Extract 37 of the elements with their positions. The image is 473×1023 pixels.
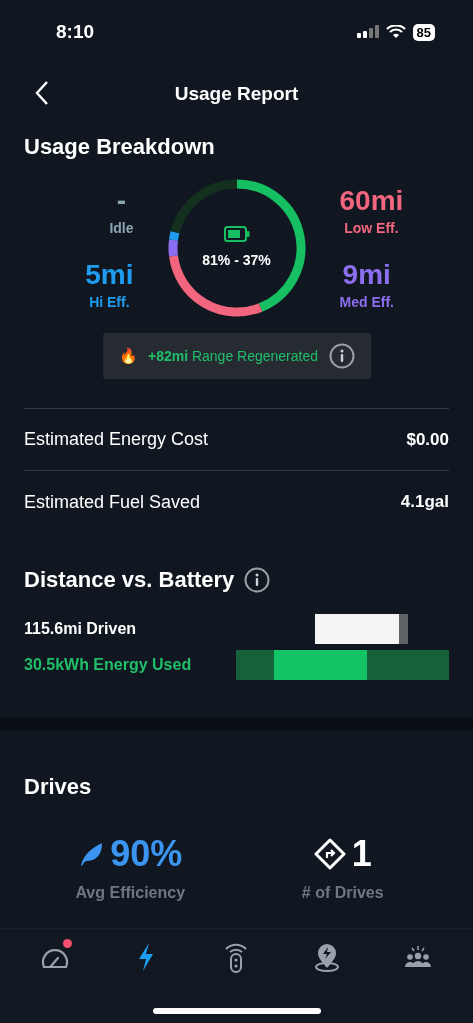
row-label: Estimated Fuel Saved	[24, 490, 201, 514]
row-value: $0.00	[406, 428, 449, 451]
info-icon[interactable]	[244, 566, 271, 593]
stat-value: 5mi	[85, 258, 134, 292]
signal-icon	[356, 25, 379, 39]
stat-value: -	[116, 184, 127, 218]
turn-sign-icon	[313, 838, 346, 870]
stat-label: Idle	[109, 219, 134, 238]
fire-icon: 🔥	[118, 344, 138, 368]
leaf-icon	[78, 841, 105, 867]
stat-value: 60mi	[339, 184, 404, 218]
stat-label: Low Eff.	[344, 219, 399, 238]
stat-value: 9mi	[342, 258, 391, 292]
section-title: Drives	[24, 773, 93, 801]
driven-label: 115.6mi Driven	[24, 619, 138, 639]
status-time: 8:10	[56, 19, 95, 44]
group-icon	[402, 943, 433, 970]
battery-range: 81% - 37%	[202, 250, 271, 270]
row-label: Estimated Energy Cost	[24, 428, 209, 451]
wifi-icon	[385, 25, 406, 39]
back-button[interactable]	[34, 80, 50, 106]
page-title: Usage Report	[174, 81, 299, 106]
drive-stat-label: Avg Efficiency	[75, 883, 186, 903]
regen-text: +82mi Range Regenerated	[147, 346, 319, 366]
section-title: Usage Breakdown	[24, 133, 216, 161]
battery-icon	[223, 225, 250, 242]
stat-label: Hi Eff.	[89, 293, 130, 312]
stat-label: Med Eff.	[339, 293, 394, 312]
drive-stat-value: 1	[351, 832, 372, 876]
energy-label: 30.5kWh Energy Used	[24, 655, 193, 675]
map-pin-icon	[313, 941, 342, 972]
drive-stat-value: 90%	[110, 832, 183, 876]
info-icon[interactable]	[328, 343, 355, 369]
battery-indicator: 85	[412, 23, 435, 41]
drive-stat-label: # of Drives	[301, 883, 384, 903]
section-title: Distance vs. Battery	[24, 566, 235, 594]
row-value: 4.1gal	[400, 491, 449, 514]
